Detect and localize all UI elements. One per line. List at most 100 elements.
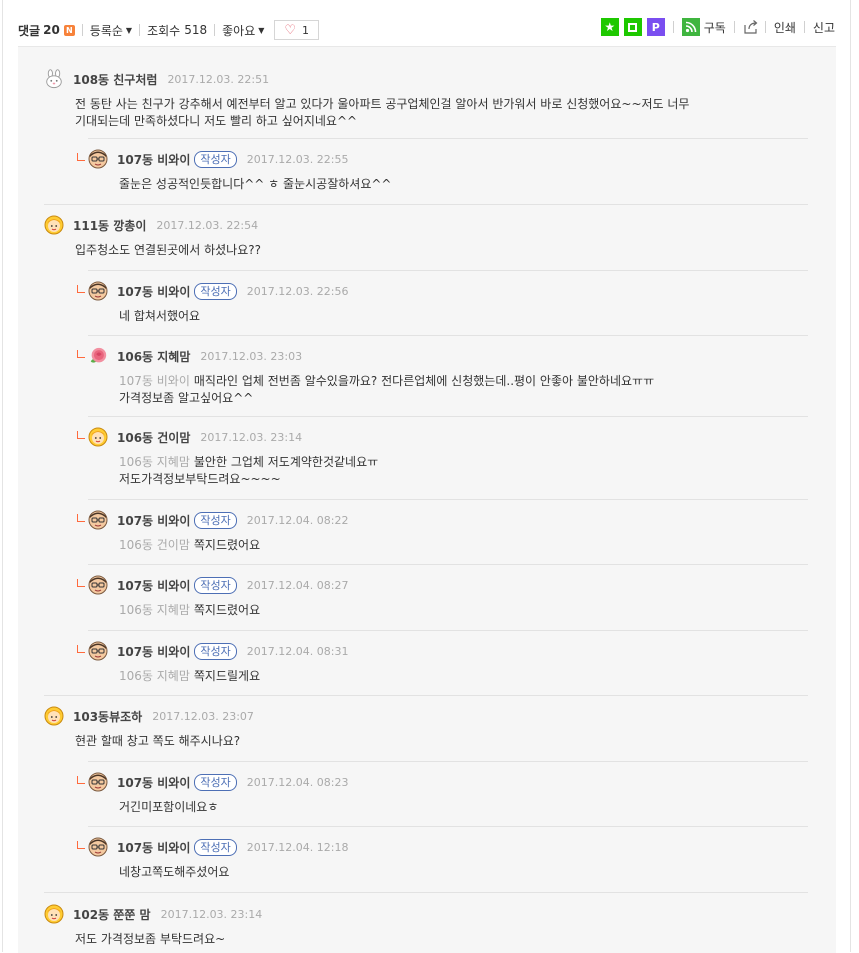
print-link[interactable]: 인쇄: [774, 19, 796, 36]
comment-header: 107동 비와이 작성자 2017.12.03. 22:55: [88, 149, 348, 169]
comment-text: 106동 지혜맘 쪽지드렸어요: [119, 602, 835, 619]
comment-text: 106동 지혜맘 쪽지드릴게요: [119, 668, 835, 685]
comment-divider: [88, 335, 808, 336]
reply-arrow-icon: [77, 514, 85, 522]
comment-date: 2017.12.04. 08:23: [246, 775, 349, 789]
nickname[interactable]: 107동 비와이: [117, 839, 190, 856]
comment-body: 전 동탄 사는 친구가 강추해서 예전부터 알고 있다가 울아파트 공구업체인걸…: [75, 97, 690, 111]
comment-header: 111동 깡총이 2017.12.03. 22:54: [44, 215, 258, 235]
mention-link[interactable]: 106동 지혜맘: [119, 455, 190, 469]
author-badge: 작성자: [194, 576, 237, 594]
plugin-icon[interactable]: P: [646, 18, 665, 36]
comment-header: 107동 비와이 작성자 2017.12.04. 08:23: [88, 772, 348, 792]
nickname[interactable]: 107동 비와이: [117, 643, 190, 660]
mention-link[interactable]: 106동 지혜맘: [119, 603, 190, 617]
comment-date: 2017.12.04. 08:22: [246, 513, 349, 527]
comment-divider: [44, 695, 808, 696]
mention-link[interactable]: 107동 비와이: [119, 374, 190, 388]
sort-dropdown[interactable]: 등록순 ▼: [90, 22, 132, 39]
comment-date: 2017.12.03. 23:14: [200, 430, 303, 444]
comment-text-line: 줄눈은 성공적인듯합니다^^ ㅎ 줄눈시공잘하셔요^^: [119, 176, 835, 193]
avatar-icon[interactable]: [88, 575, 108, 595]
nickname[interactable]: 111동 깡총이: [73, 217, 146, 234]
divider: [214, 24, 216, 36]
nickname[interactable]: 107동 비와이: [117, 512, 190, 529]
mention-link[interactable]: 106동 지혜맘: [119, 669, 190, 683]
comment-header: 107동 비와이 작성자 2017.12.04. 12:18: [88, 837, 348, 857]
comment-divider: [88, 564, 808, 565]
comment-divider: [88, 499, 808, 500]
comment-date: 2017.12.03. 23:14: [160, 907, 263, 921]
reply-arrow-icon: [77, 579, 85, 587]
comment-text: 전 동탄 사는 친구가 강추해서 예전부터 알고 있다가 울아파트 공구업체인걸…: [75, 96, 835, 130]
comment-header: 107동 비와이 작성자 2017.12.04. 08:27: [88, 575, 348, 595]
comment-divider: [88, 826, 808, 827]
subscribe-link[interactable]: 구독: [704, 19, 726, 36]
comment-text: 106동 지혜맘 불안한 그업체 저도계약한것같네요ㅠ 저도가격정보부탁드려요~~~…: [119, 454, 835, 488]
avatar-icon[interactable]: [88, 641, 108, 661]
nickname[interactable]: 107동 비와이: [117, 774, 190, 791]
avatar-icon[interactable]: [44, 706, 64, 726]
nickname[interactable]: 107동 비와이: [117, 577, 190, 594]
nickname[interactable]: 103동뷰조하: [73, 708, 142, 725]
avatar-icon[interactable]: [88, 772, 108, 792]
comment-toolbar: 댓글 20 N 등록순 ▼ 조회수 518 좋아요 ▼ ♡ 1: [18, 20, 320, 40]
comment-body: 불안한 그업체 저도계약한것같네요ㅠ: [193, 455, 379, 469]
like-dropdown[interactable]: 좋아요 ▼: [222, 22, 264, 39]
comment-text: 입주청소도 연결된곳에서 하셨나요??: [75, 242, 835, 259]
nickname[interactable]: 108동 친구처럼: [73, 71, 157, 88]
avatar-icon[interactable]: [88, 427, 108, 447]
comment-divider: [44, 204, 808, 205]
comment-text-line: 네 합쳐서했어요: [119, 308, 835, 325]
reply-arrow-icon: [77, 285, 85, 293]
views-count: 518: [184, 23, 208, 37]
comment-divider: [88, 138, 808, 139]
avatar-icon[interactable]: [44, 69, 64, 89]
comment-date: 2017.12.03. 23:03: [200, 349, 303, 363]
comment-header: 107동 비와이 작성자 2017.12.04. 08:22: [88, 510, 348, 530]
comment-date: 2017.12.04. 08:27: [246, 578, 349, 592]
divider: [764, 21, 766, 33]
sort-label: 등록순: [89, 23, 123, 38]
comment-text: 107동 비와이 매직라인 업체 전번좀 알수있을까요? 전다른업체에 신청했는데…: [119, 373, 835, 407]
rss-icon[interactable]: [681, 18, 700, 36]
mention-link[interactable]: 106동 건이맘: [119, 538, 190, 552]
nickname[interactable]: 106동 건이맘: [117, 429, 190, 446]
comment-text: 네 합쳐서했어요: [119, 308, 835, 325]
nickname[interactable]: 106동 지혜맘: [117, 348, 190, 365]
comment-header: 103동뷰조하 2017.12.03. 23:07: [44, 706, 254, 726]
comment-label[interactable]: 댓글: [18, 22, 40, 39]
comment-divider: [88, 416, 808, 417]
avatar-icon[interactable]: [44, 215, 64, 235]
like-button[interactable]: ♡ 1: [274, 20, 320, 40]
comment-date: 2017.12.03. 22:54: [156, 218, 259, 232]
like-count: 1: [302, 23, 310, 37]
comment-text-line: 106동 지혜맘 불안한 그업체 저도계약한것같네요ㅠ: [119, 454, 835, 471]
avatar-icon[interactable]: [88, 281, 108, 301]
bookmark-star-icon[interactable]: ★: [600, 18, 619, 36]
report-link[interactable]: 신고: [813, 19, 835, 36]
avatar-icon[interactable]: [88, 837, 108, 857]
avatar-icon[interactable]: [88, 346, 108, 366]
nickname[interactable]: 102동 쭌쭌 맘: [73, 906, 151, 923]
memo-icon[interactable]: [623, 18, 642, 36]
comment-date: 2017.12.03. 22:55: [246, 152, 349, 166]
divider: [672, 21, 674, 33]
reply-arrow-icon: [77, 350, 85, 358]
divider: [139, 24, 141, 36]
comment-body: 줄눈은 성공적인듯합니다^^ ㅎ 줄눈시공잘하셔요^^: [119, 177, 392, 191]
comment-text: 네창고쪽도해주셨어요: [119, 864, 835, 881]
nickname[interactable]: 107동 비와이: [117, 151, 190, 168]
author-badge: 작성자: [194, 773, 237, 791]
comment-divider: [44, 892, 808, 893]
comment-text: 거긴미포함이네요ㅎ: [119, 799, 835, 816]
avatar-icon[interactable]: [88, 149, 108, 169]
nickname[interactable]: 107동 비와이: [117, 283, 190, 300]
comment-count[interactable]: 20: [43, 23, 60, 37]
avatar-icon[interactable]: [88, 510, 108, 530]
avatar-icon[interactable]: [44, 904, 64, 924]
comment-text-line: 입주청소도 연결된곳에서 하셨나요??: [75, 242, 835, 259]
comment-body: 네창고쪽도해주셨어요: [119, 865, 230, 879]
share-icon[interactable]: [743, 19, 759, 35]
comment-body: 쪽지드렸어요: [193, 603, 261, 617]
